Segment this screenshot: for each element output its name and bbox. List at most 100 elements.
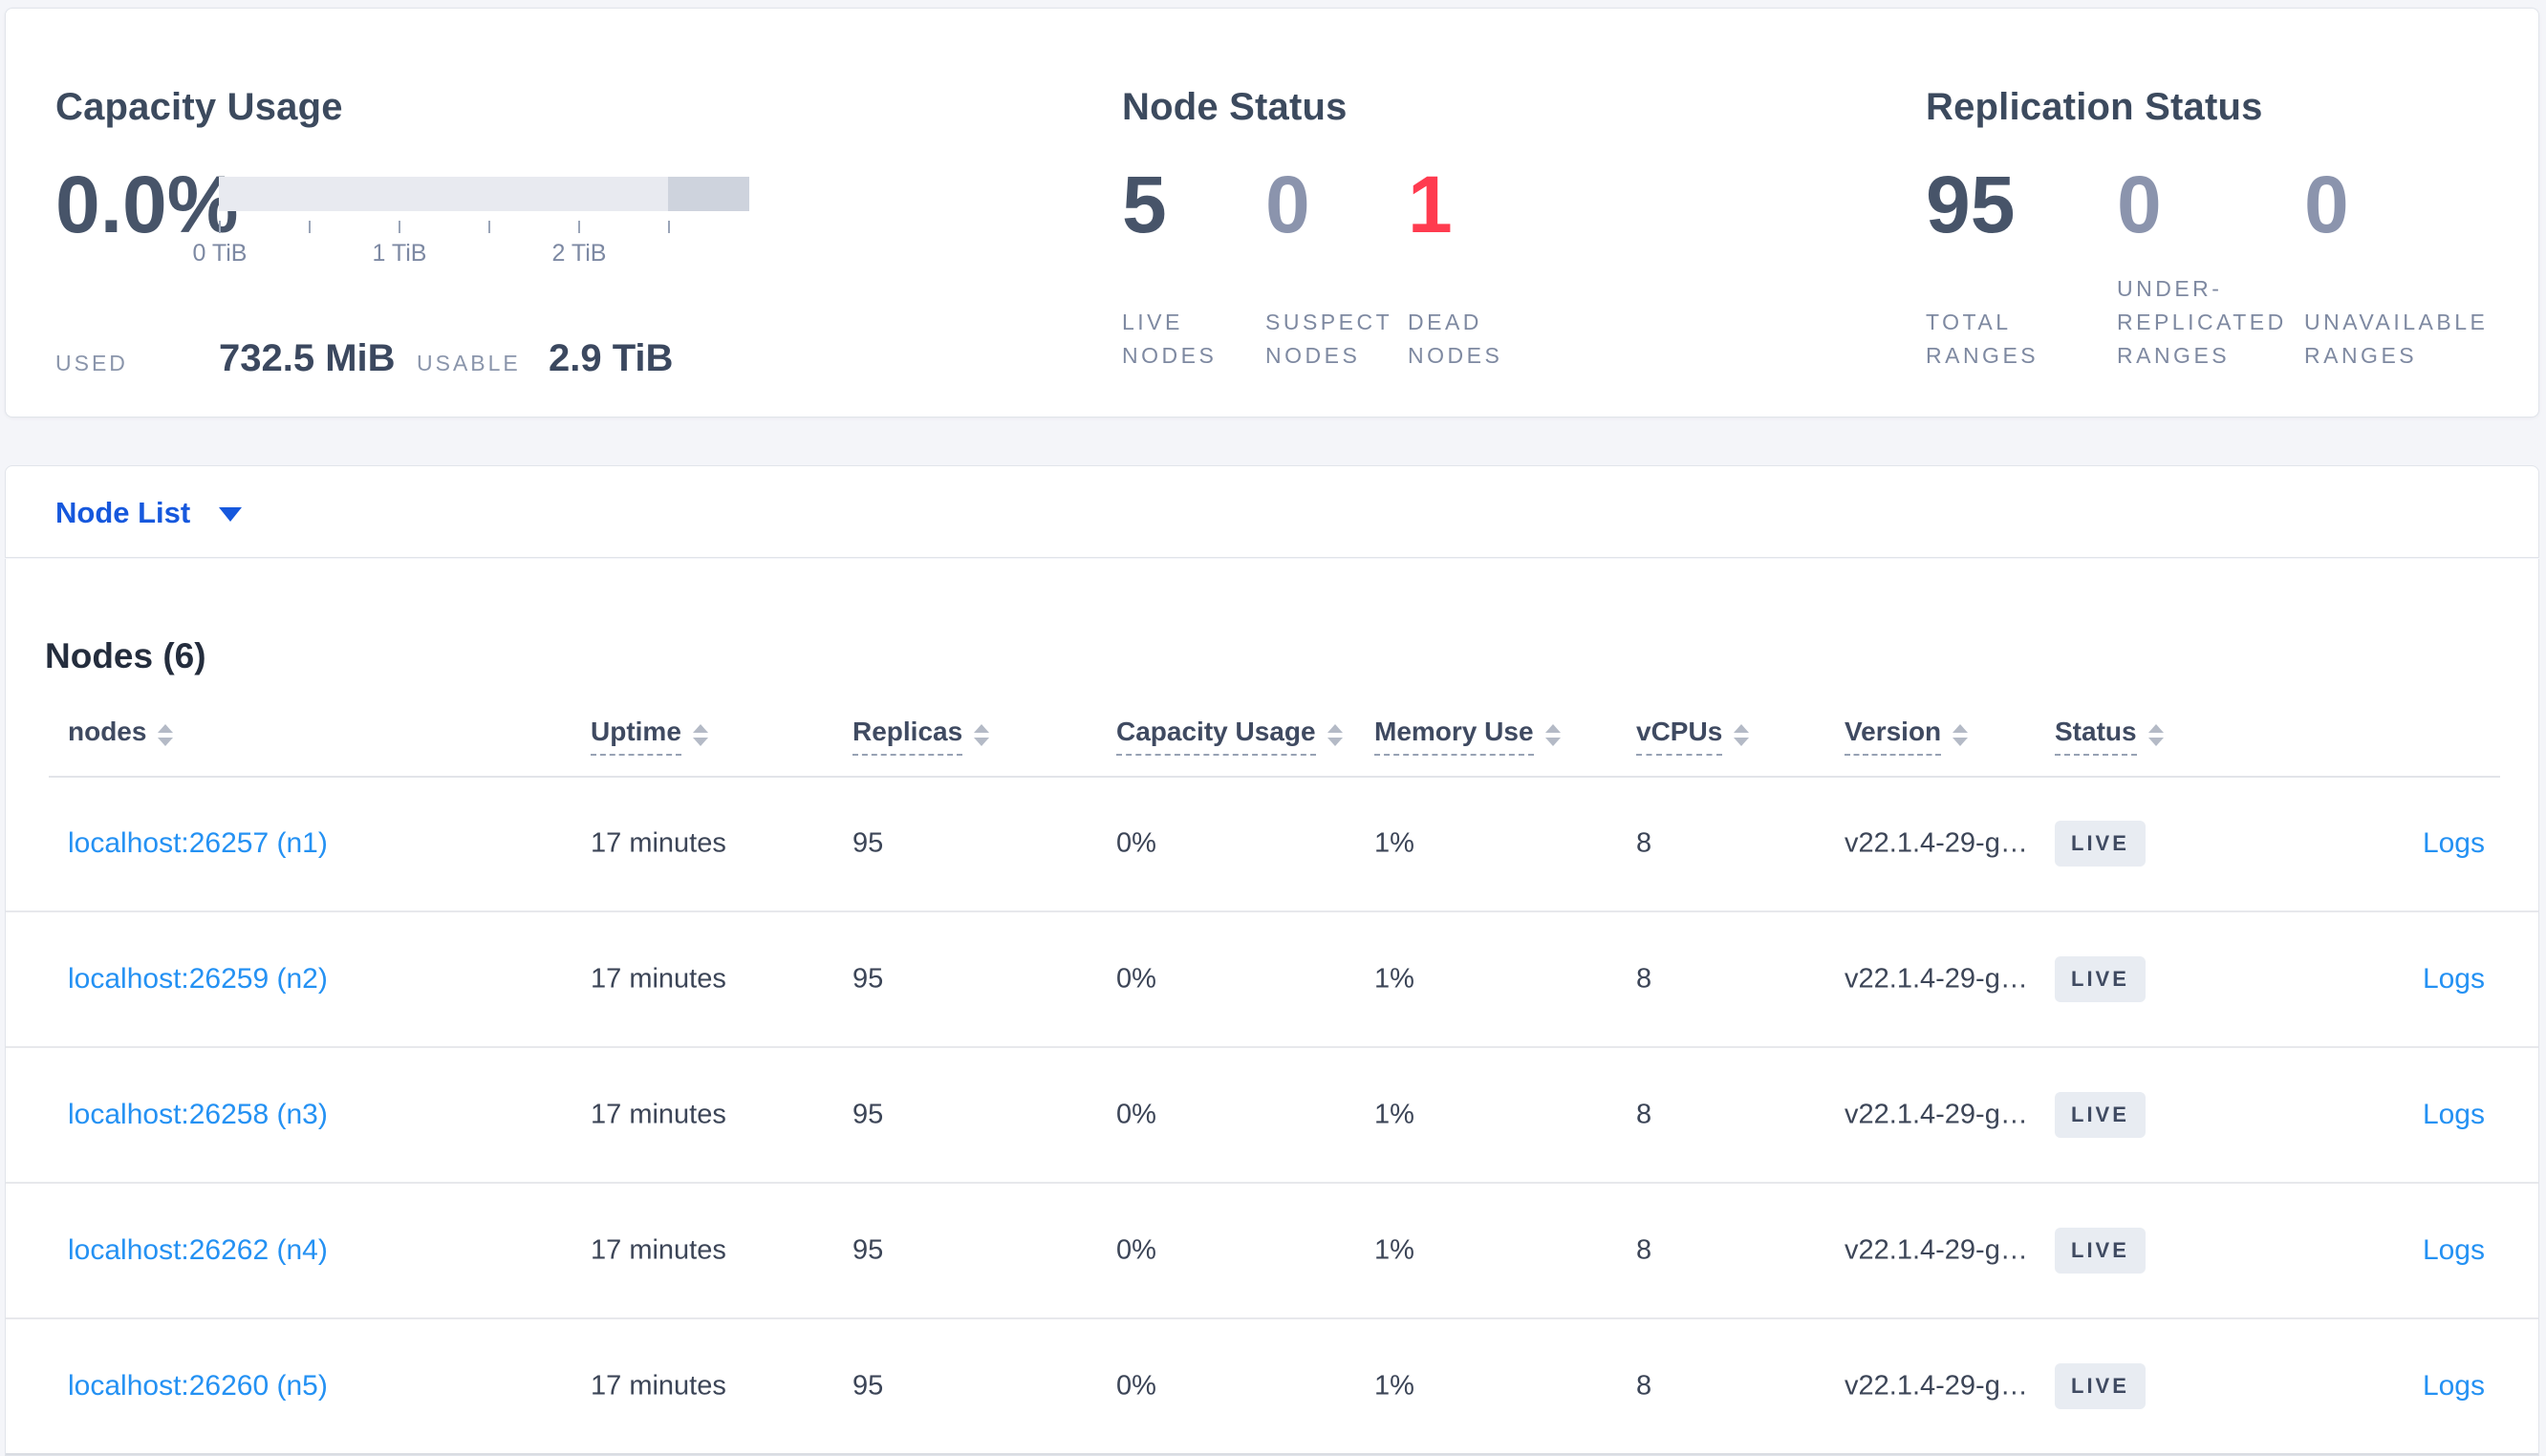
capacity-cell: 0% bbox=[1116, 1099, 1156, 1130]
gauge-tick bbox=[488, 221, 490, 233]
capacity-gauge-used-segment bbox=[668, 177, 749, 211]
suspect-nodes-label: SUSPECT NODES bbox=[1265, 310, 1393, 368]
capacity-gauge-bar bbox=[219, 177, 749, 211]
gauge-tick-label: 1 TiB bbox=[372, 240, 427, 267]
column-header-capacity-usage[interactable]: Capacity Usage bbox=[1116, 717, 1343, 756]
node-address-link[interactable]: localhost:26259 (n2) bbox=[68, 963, 328, 996]
status-cell: LIVE bbox=[2055, 956, 2146, 1002]
capacity-cell: 0% bbox=[1116, 963, 1156, 995]
logs-link[interactable]: Logs bbox=[2423, 963, 2485, 996]
column-header-replicas[interactable]: Replicas bbox=[852, 717, 990, 756]
table-row: localhost:26259 (n2) 17 minutes 95 0% 1%… bbox=[6, 912, 2538, 1048]
logs-link[interactable]: Logs bbox=[2423, 1370, 2485, 1402]
nodes-panel: Nodes (6) nodes Uptime Replicas Capacity… bbox=[5, 559, 2539, 1456]
replicas-cell: 95 bbox=[852, 1234, 884, 1266]
sort-icon bbox=[158, 724, 174, 746]
gauge-tick bbox=[309, 221, 311, 233]
logs-link[interactable]: Logs bbox=[2423, 1099, 2485, 1131]
capacity-cell: 0% bbox=[1116, 827, 1156, 859]
column-header-memory-use[interactable]: Memory Use bbox=[1374, 717, 1561, 756]
memory-cell: 1% bbox=[1374, 1370, 1414, 1402]
sort-icon bbox=[1327, 724, 1343, 746]
replicas-cell: 95 bbox=[852, 827, 884, 859]
sort-icon bbox=[974, 724, 990, 746]
view-dropdown-label: Node List bbox=[55, 495, 191, 529]
table-row: localhost:26257 (n1) 17 minutes 95 0% 1%… bbox=[6, 777, 2538, 912]
version-cell: v22.1.4-29-g… bbox=[1845, 1370, 2028, 1402]
table-row: localhost:26262 (n4) 17 minutes 95 0% 1%… bbox=[6, 1184, 2538, 1319]
node-status-title: Node Status bbox=[1122, 86, 1348, 129]
vcpus-cell: 8 bbox=[1636, 1099, 1652, 1130]
memory-cell: 1% bbox=[1374, 827, 1414, 859]
vcpus-cell: 8 bbox=[1636, 827, 1652, 859]
usable-label: USABLE bbox=[417, 351, 521, 375]
column-header-version[interactable]: Version bbox=[1845, 717, 1969, 756]
chevron-down-icon bbox=[219, 507, 243, 522]
column-header-uptime[interactable]: Uptime bbox=[591, 717, 708, 756]
uptime-cell: 17 minutes bbox=[591, 827, 726, 859]
replicas-cell: 95 bbox=[852, 1370, 884, 1402]
status-badge: LIVE bbox=[2055, 821, 2146, 867]
used-label: USED bbox=[55, 351, 128, 375]
gauge-tick bbox=[668, 221, 670, 233]
node-address-link[interactable]: localhost:26262 (n4) bbox=[68, 1234, 328, 1267]
sort-icon bbox=[2147, 724, 2164, 746]
status-badge: LIVE bbox=[2055, 956, 2146, 1002]
live-nodes-count: 5 bbox=[1122, 160, 1167, 249]
sort-icon bbox=[692, 724, 708, 746]
replicas-cell: 95 bbox=[852, 963, 884, 995]
status-cell: LIVE bbox=[2055, 1092, 2146, 1138]
column-header-status[interactable]: Status bbox=[2055, 717, 2164, 756]
column-header-vcpus[interactable]: vCPUs bbox=[1636, 717, 1750, 756]
logs-link[interactable]: Logs bbox=[2423, 1234, 2485, 1267]
version-cell: v22.1.4-29-g… bbox=[1845, 827, 2028, 859]
gauge-tick-label: 2 TiB bbox=[551, 240, 607, 267]
suspect-nodes-count: 0 bbox=[1265, 160, 1310, 249]
table-row: localhost:26258 (n3) 17 minutes 95 0% 1%… bbox=[6, 1048, 2538, 1184]
status-cell: LIVE bbox=[2055, 821, 2146, 867]
capacity-cell: 0% bbox=[1116, 1370, 1156, 1402]
under-replicated-ranges-label: UNDER- REPLICATED RANGES bbox=[2117, 276, 2287, 368]
gauge-tick bbox=[399, 221, 400, 233]
gauge-tick bbox=[578, 221, 580, 233]
capacity-cell: 0% bbox=[1116, 1234, 1156, 1266]
table-row: localhost:26260 (n5) 17 minutes 95 0% 1%… bbox=[6, 1319, 2538, 1455]
uptime-cell: 17 minutes bbox=[591, 1370, 726, 1402]
live-nodes-label: LIVE NODES bbox=[1122, 310, 1218, 368]
view-selector-bar: Node List bbox=[5, 465, 2539, 558]
unavailable-ranges-label: UNAVAILABLE RANGES bbox=[2304, 310, 2489, 368]
memory-cell: 1% bbox=[1374, 963, 1414, 995]
vcpus-cell: 8 bbox=[1636, 1370, 1652, 1402]
sort-icon bbox=[1734, 724, 1750, 746]
used-value: 732.5 MiB bbox=[219, 337, 396, 379]
status-badge: LIVE bbox=[2055, 1363, 2146, 1409]
logs-link[interactable]: Logs bbox=[2423, 827, 2485, 860]
cluster-summary-card: Capacity Usage 0.0% 0 TiB 1 TiB 2 TiB US… bbox=[5, 8, 2539, 418]
uptime-cell: 17 minutes bbox=[591, 1099, 726, 1130]
vcpus-cell: 8 bbox=[1636, 963, 1652, 995]
version-cell: v22.1.4-29-g… bbox=[1845, 1099, 2028, 1130]
gauge-tick bbox=[219, 221, 221, 233]
total-ranges-label: TOTAL RANGES bbox=[1926, 310, 2039, 368]
sort-icon bbox=[1544, 724, 1561, 746]
memory-cell: 1% bbox=[1374, 1234, 1414, 1266]
vcpus-cell: 8 bbox=[1636, 1234, 1652, 1266]
version-cell: v22.1.4-29-g… bbox=[1845, 1234, 2028, 1266]
capacity-percent-value: 0.0% bbox=[55, 160, 239, 249]
nodes-table-body: localhost:26257 (n1) 17 minutes 95 0% 1%… bbox=[6, 777, 2538, 1455]
column-header-nodes[interactable]: nodes bbox=[68, 717, 174, 754]
dead-nodes-count: 1 bbox=[1408, 160, 1453, 249]
capacity-usage-title: Capacity Usage bbox=[55, 86, 343, 129]
unavailable-ranges-count: 0 bbox=[2304, 160, 2349, 249]
view-dropdown[interactable]: Node List bbox=[55, 466, 243, 559]
uptime-cell: 17 minutes bbox=[591, 1234, 726, 1266]
uptime-cell: 17 minutes bbox=[591, 963, 726, 995]
status-cell: LIVE bbox=[2055, 1363, 2146, 1409]
status-cell: LIVE bbox=[2055, 1228, 2146, 1274]
node-address-link[interactable]: localhost:26258 (n3) bbox=[68, 1099, 328, 1131]
node-address-link[interactable]: localhost:26257 (n1) bbox=[68, 827, 328, 860]
sort-icon bbox=[1953, 724, 1969, 746]
status-badge: LIVE bbox=[2055, 1092, 2146, 1138]
under-replicated-ranges-count: 0 bbox=[2117, 160, 2162, 249]
node-address-link[interactable]: localhost:26260 (n5) bbox=[68, 1370, 328, 1402]
